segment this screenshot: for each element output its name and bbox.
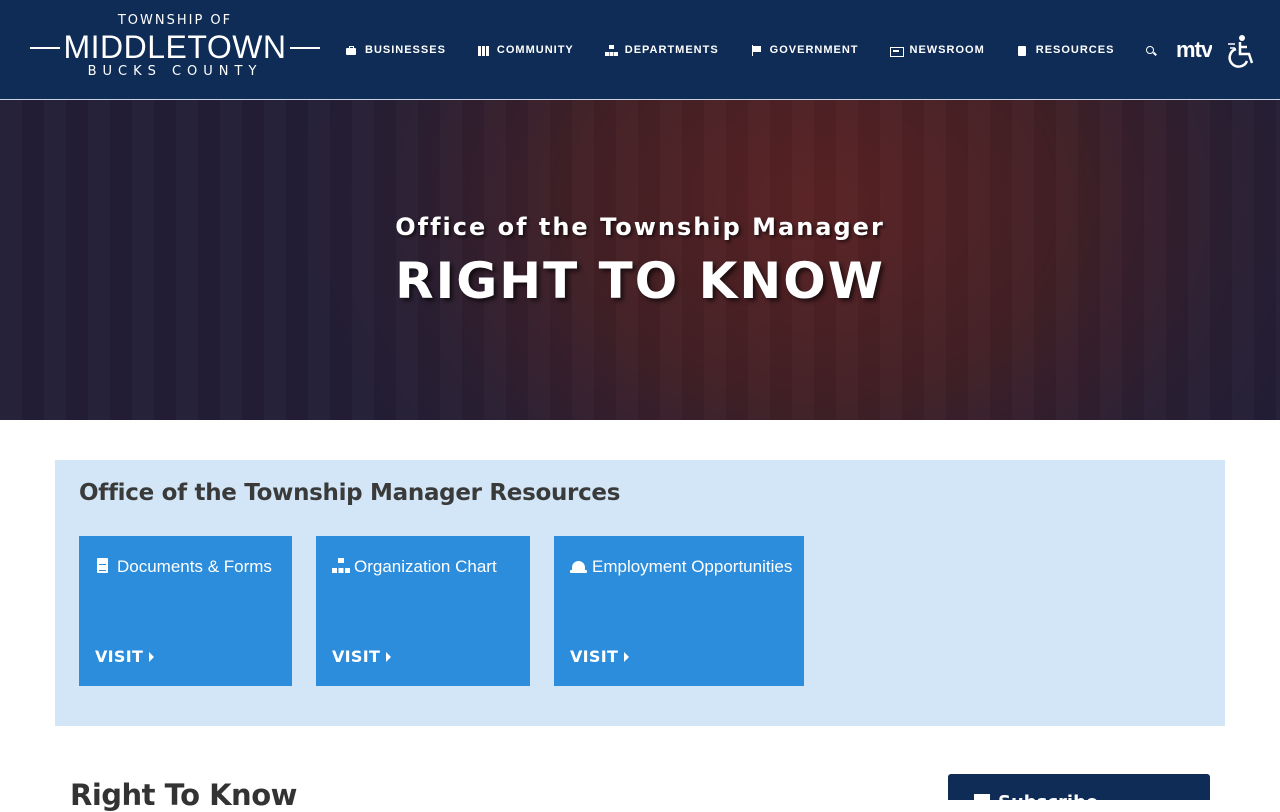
caret-right-icon	[624, 652, 630, 662]
resources-panel: Office of the Township Manager Resources…	[55, 460, 1225, 726]
section-heading: Right To Know	[70, 778, 297, 812]
caret-right-icon	[386, 652, 392, 662]
resource-card-title-wrap: Employment Opportunities	[570, 554, 794, 580]
nav-item-newsroom[interactable]: NEWSROOM	[889, 44, 985, 57]
nav-item-departments[interactable]: DEPARTMENTS	[604, 44, 719, 56]
logo-bottom-text: BUCKS COUNTY	[87, 64, 263, 79]
resource-card-employment[interactable]: Employment Opportunities VISIT	[554, 536, 804, 686]
search-button[interactable]	[1145, 45, 1165, 56]
nav-item-label: NEWSROOM	[909, 44, 985, 56]
mtv-logo-link[interactable]: mtv	[1176, 36, 1212, 64]
resource-card-title: Documents & Forms	[117, 557, 272, 576]
nav-item-resources[interactable]: RESOURCES	[1016, 44, 1115, 56]
clipboard-icon	[1016, 45, 1029, 56]
nav-item-businesses[interactable]: BUSINESSES	[345, 44, 446, 56]
resource-card-title: Organization Chart	[354, 557, 497, 576]
building-icon	[477, 45, 490, 56]
caret-right-icon	[149, 652, 155, 662]
visit-link[interactable]: VISIT	[95, 647, 155, 666]
sitemap-icon	[604, 44, 618, 56]
visit-link[interactable]: VISIT	[570, 647, 630, 666]
newspaper-icon	[889, 45, 904, 57]
briefcase-icon	[345, 45, 358, 56]
visit-link[interactable]: VISIT	[332, 647, 392, 666]
main-nav: BUSINESSES COMMUNITY DEPARTMENTS GOVERNM…	[345, 40, 1196, 60]
resource-card-title-wrap: Documents & Forms	[95, 554, 282, 580]
search-icon	[1145, 45, 1158, 56]
hero-subtitle: Office of the Township Manager	[395, 213, 885, 241]
document-icon	[95, 558, 111, 574]
hard-hat-icon	[570, 558, 587, 574]
resource-card-documents[interactable]: Documents & Forms VISIT	[79, 536, 292, 686]
resource-card-title-wrap: Organization Chart	[332, 554, 520, 580]
nav-item-label: GOVERNMENT	[769, 44, 859, 56]
nav-item-label: DEPARTMENTS	[624, 44, 719, 56]
nav-item-label: RESOURCES	[1035, 44, 1115, 56]
nav-item-label: BUSINESSES	[365, 44, 446, 56]
sitemap-icon	[332, 558, 350, 574]
subscribe-title: Subscribe	[998, 792, 1098, 800]
page-title: RIGHT TO KNOW	[395, 252, 885, 310]
site-header: TOWNSHIP OF MIDDLETOWN BUCKS COUNTY BUSI…	[0, 0, 1280, 100]
visit-label: VISIT	[570, 647, 619, 666]
logo-top-text: TOWNSHIP OF	[117, 13, 233, 28]
flag-icon	[750, 44, 763, 56]
resource-card-title: Employment Opportunities	[592, 557, 793, 576]
subscribe-box: Subscribe	[948, 774, 1210, 800]
nav-item-government[interactable]: GOVERNMENT	[750, 44, 859, 56]
wheelchair-icon[interactable]	[1222, 34, 1254, 68]
township-logo[interactable]: TOWNSHIP OF MIDDLETOWN BUCKS COUNTY	[30, 12, 320, 86]
resources-title: Office of the Township Manager Resources	[79, 480, 621, 506]
resource-card-org-chart[interactable]: Organization Chart VISIT	[316, 536, 530, 686]
nav-item-community[interactable]: COMMUNITY	[477, 44, 574, 56]
logo-main-text: MIDDLETOWN	[30, 30, 320, 64]
hero-banner: Office of the Township Manager RIGHT TO …	[0, 100, 1280, 420]
nav-item-label: COMMUNITY	[496, 44, 574, 56]
visit-label: VISIT	[332, 647, 381, 666]
visit-label: VISIT	[95, 647, 144, 666]
envelope-icon	[974, 794, 990, 800]
